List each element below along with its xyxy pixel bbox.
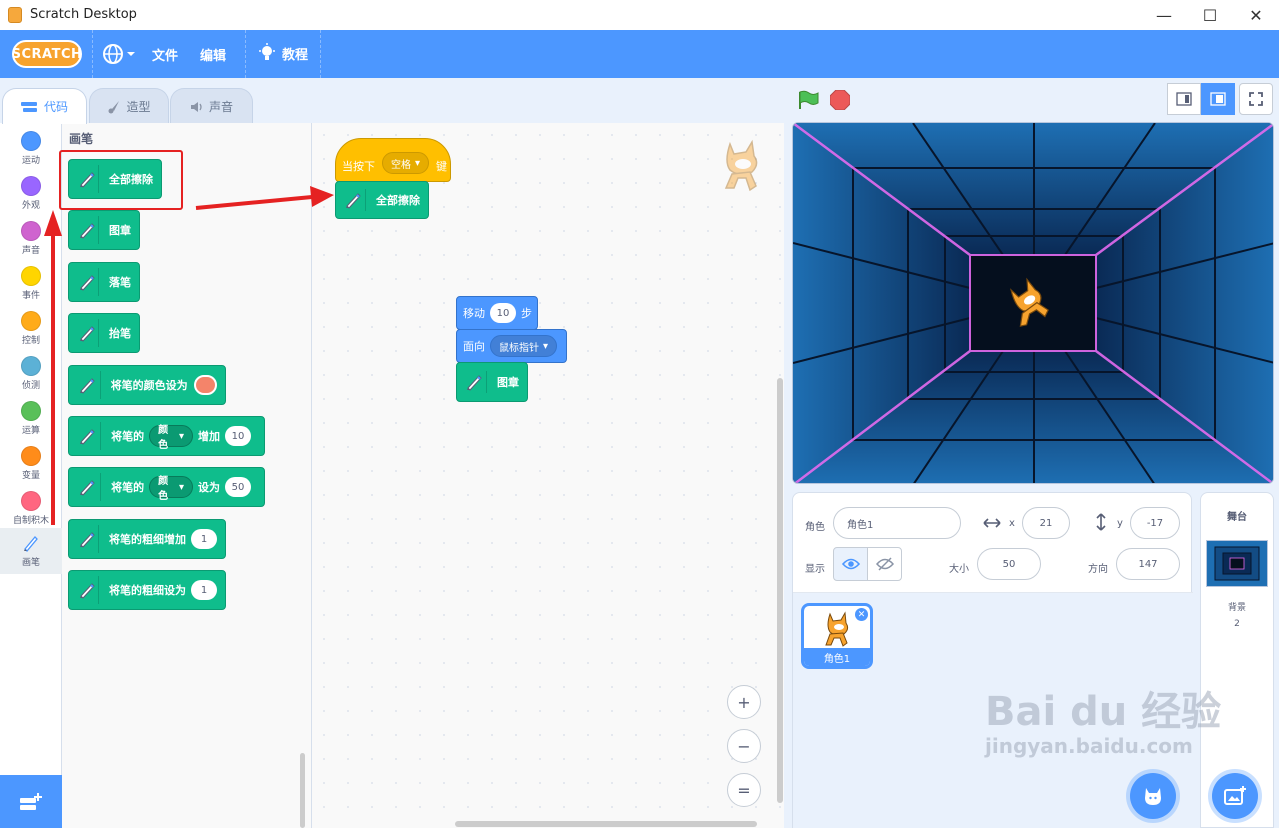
small-stage-button[interactable] <box>1167 83 1201 115</box>
choose-sprite-button[interactable] <box>1130 773 1176 819</box>
tab-code[interactable]: 代码 <box>2 88 87 124</box>
stop-icon[interactable] <box>830 90 850 110</box>
sprite-info-panel: 角色 角色1 x 21 y -17 显示 大小 50 方向 147 ✕ 角色1 <box>792 492 1193 828</box>
code-icon <box>20 101 37 112</box>
small-stage-icon <box>1176 92 1192 106</box>
eye-icon <box>841 558 860 570</box>
watermark: Bai du 经验 jingyan.baidu.com <box>985 690 1221 758</box>
delete-sprite-icon[interactable]: ✕ <box>855 608 868 621</box>
backdrop-count: 2 <box>1234 619 1240 629</box>
tab-code-label: 代码 <box>43 100 68 114</box>
show-visible-button[interactable] <box>833 547 868 581</box>
sprite-thumb-name: 角色1 <box>804 648 870 666</box>
large-stage-button[interactable] <box>1201 83 1235 115</box>
cat-face-icon <box>1145 788 1161 805</box>
add-image-icon <box>1224 786 1246 805</box>
x-input[interactable]: 21 <box>1022 507 1070 539</box>
eye-slash-icon <box>875 557 894 571</box>
stage-canvas[interactable] <box>792 122 1274 484</box>
large-stage-icon <box>1210 92 1226 106</box>
choose-backdrop-button[interactable] <box>1212 773 1258 819</box>
show-hidden-button[interactable] <box>867 547 902 581</box>
y-label: y <box>1117 518 1123 529</box>
backdrop-preview <box>1207 541 1267 586</box>
stage-heading: 舞台 <box>1227 512 1247 523</box>
tunnel-backdrop <box>793 123 1273 483</box>
direction-label: 方向 <box>1088 564 1108 575</box>
green-flag-icon[interactable] <box>797 90 819 110</box>
watermark-brand: Bai du 经验 <box>985 689 1222 735</box>
backdrop-thumbnail[interactable] <box>1206 540 1268 587</box>
x-label: x <box>1009 518 1015 529</box>
size-input[interactable]: 50 <box>977 548 1041 580</box>
sprite-thumbnail[interactable]: ✕ 角色1 <box>801 603 873 669</box>
show-label: 显示 <box>805 564 825 575</box>
y-input[interactable]: -17 <box>1130 507 1180 539</box>
direction-input[interactable]: 147 <box>1116 548 1180 580</box>
fullscreen-icon <box>1249 92 1263 106</box>
backdrop-label: 背景 <box>1227 603 1246 613</box>
cat-sprite-icon <box>825 611 849 647</box>
sprite-properties: 角色 角色1 x 21 y -17 显示 大小 50 方向 147 <box>793 493 1193 593</box>
size-label: 大小 <box>949 564 969 575</box>
sprite-label: 角色 <box>805 522 825 533</box>
y-arrows-icon <box>1096 513 1106 531</box>
watermark-url: jingyan.baidu.com <box>985 734 1193 758</box>
x-arrows-icon <box>983 518 1001 528</box>
sprite-name-input[interactable]: 角色1 <box>833 507 961 539</box>
fullscreen-button[interactable] <box>1239 83 1273 115</box>
